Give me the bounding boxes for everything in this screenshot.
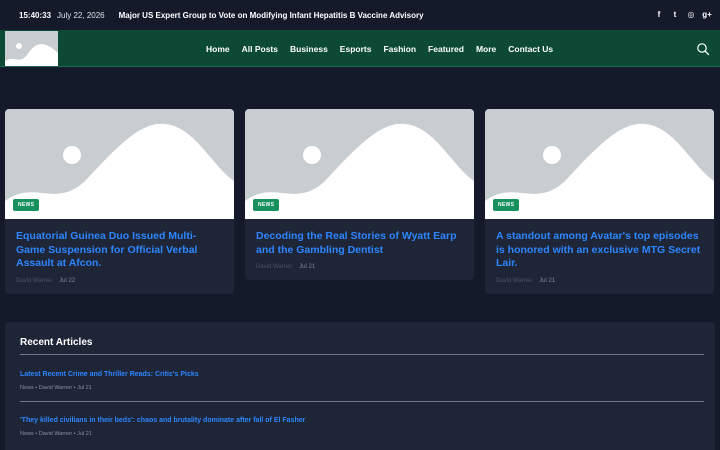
post-date: Jul 21 xyxy=(539,277,556,284)
post-thumbnail[interactable]: NEWS xyxy=(485,109,714,219)
search-icon xyxy=(697,43,710,56)
post-author[interactable]: David Warner xyxy=(16,278,52,284)
post-card[interactable]: NEWS Equatorial Guinea Duo Issued Multi-… xyxy=(5,109,234,294)
post-author[interactable]: David Warner xyxy=(496,278,532,284)
divider xyxy=(20,354,704,355)
post-title[interactable]: Decoding the Real Stories of Wyatt Earp … xyxy=(256,230,463,257)
post-title[interactable]: A standout among Avatar's top episodes i… xyxy=(496,230,703,271)
instagram-icon[interactable]: ◎ xyxy=(686,8,696,20)
social-links: f t ◎ g+ xyxy=(654,8,712,20)
site-logo[interactable] xyxy=(5,31,58,66)
nav-more[interactable]: More xyxy=(474,44,498,54)
google-plus-icon[interactable]: g+ xyxy=(702,8,712,20)
post-thumbnail[interactable]: NEWS xyxy=(245,109,474,219)
image-placeholder-icon xyxy=(245,123,474,219)
nav-fashion[interactable]: Fashion xyxy=(381,44,418,54)
post-meta: David Warner Jul 21 xyxy=(496,278,703,284)
nav-business[interactable]: Business xyxy=(288,44,330,54)
nav-menu: Home All Posts Business Esports Fashion … xyxy=(204,30,555,67)
section-heading: Recent Articles xyxy=(20,337,93,348)
nav-all-posts[interactable]: All Posts xyxy=(240,44,280,54)
recent-article-meta: News • David Warner • Jul 21 xyxy=(20,431,92,437)
facebook-icon[interactable]: f xyxy=(654,8,664,20)
top-bar: 15:40:33 July 22, 2026 Major US Expert G… xyxy=(0,0,720,30)
twitter-icon[interactable]: t xyxy=(670,8,680,20)
post-thumbnail[interactable]: NEWS xyxy=(5,109,234,219)
post-date: Jul 22 xyxy=(59,277,76,284)
image-placeholder-icon xyxy=(5,31,58,66)
nav-home[interactable]: Home xyxy=(204,44,232,54)
category-badge[interactable]: NEWS xyxy=(13,199,40,211)
post-card[interactable]: NEWS Decoding the Real Stories of Wyatt … xyxy=(245,109,474,280)
post-date: Jul 21 xyxy=(299,264,316,270)
recent-article-title[interactable]: Latest Recent Crime and Thriller Reads: … xyxy=(20,371,199,378)
post-title[interactable]: Equatorial Guinea Duo Issued Multi-Game … xyxy=(16,230,223,271)
nav-contact-us[interactable]: Contact Us xyxy=(506,44,555,54)
divider xyxy=(20,401,704,402)
image-placeholder-icon xyxy=(5,123,234,219)
category-badge[interactable]: NEWS xyxy=(253,199,280,211)
post-card[interactable]: NEWS A standout among Avatar's top episo… xyxy=(485,109,714,294)
search-button[interactable] xyxy=(696,42,710,56)
post-meta: David Warner Jul 21 xyxy=(256,264,463,270)
main-navbar: Home All Posts Business Esports Fashion … xyxy=(0,30,720,67)
recent-article-meta: News • David Warner • Jul 21 xyxy=(20,385,92,391)
current-date: July 22, 2026 xyxy=(57,10,105,20)
post-meta: David Warner Jul 22 xyxy=(16,278,223,284)
breaking-news-ticker[interactable]: Major US Expert Group to Vote on Modifyi… xyxy=(119,11,424,20)
nav-esports[interactable]: Esports xyxy=(338,44,374,54)
recent-articles-section: Recent Articles Latest Recent Crime and … xyxy=(5,322,715,450)
recent-article-title[interactable]: 'They killed civilians in their beds': c… xyxy=(20,417,305,424)
nav-featured[interactable]: Featured xyxy=(426,44,466,54)
image-placeholder-icon xyxy=(485,123,714,219)
clock: 15:40:33 xyxy=(19,10,52,20)
post-author[interactable]: David Warner xyxy=(256,264,292,270)
category-badge[interactable]: NEWS xyxy=(493,199,520,211)
